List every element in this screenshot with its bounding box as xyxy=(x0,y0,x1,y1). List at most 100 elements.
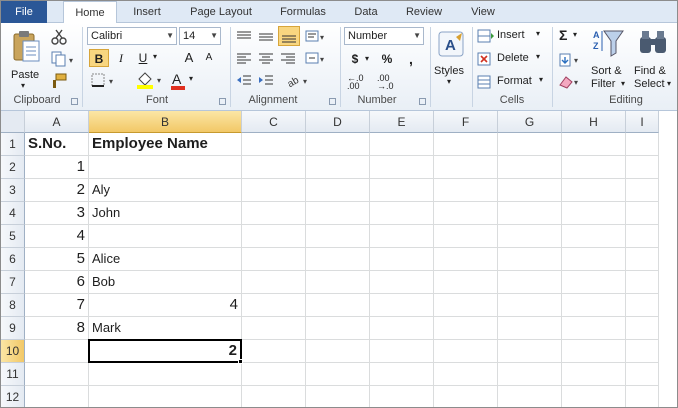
paste-button[interactable]: Paste ▾ xyxy=(5,27,47,90)
cell-h11[interactable] xyxy=(562,363,626,386)
align-right-icon[interactable] xyxy=(279,51,297,67)
cell-e3[interactable] xyxy=(370,179,434,202)
row-header-2[interactable]: 2 xyxy=(1,156,25,179)
cell-g9[interactable] xyxy=(498,317,562,340)
clipboard-dialog-launcher-icon[interactable] xyxy=(71,98,78,105)
tab-formulas[interactable]: Formulas xyxy=(271,1,335,23)
cell-h6[interactable] xyxy=(562,248,626,271)
cell-h1[interactable] xyxy=(562,133,626,156)
cell-e12[interactable] xyxy=(370,386,434,407)
cell-a6[interactable]: 5 xyxy=(25,248,89,271)
cell-b7[interactable]: Bob xyxy=(89,271,242,294)
cell-i6[interactable] xyxy=(626,248,659,271)
worksheet-grid[interactable]: A B C D E F G H I 1 S.No. Employee Name 2 1 3 2 Aly 4 3 Joh… xyxy=(1,111,677,407)
cell-i10[interactable] xyxy=(626,340,659,363)
cell-a2[interactable]: 1 xyxy=(25,156,89,179)
bold-button[interactable]: B xyxy=(89,49,109,67)
cell-f5[interactable] xyxy=(434,225,498,248)
number-dialog-launcher-icon[interactable] xyxy=(419,98,426,105)
cell-a11[interactable] xyxy=(25,363,89,386)
row-header-10[interactable]: 10 xyxy=(1,340,25,363)
cell-b4[interactable]: John xyxy=(89,202,242,225)
cell-i11[interactable] xyxy=(626,363,659,386)
cell-d10[interactable] xyxy=(306,340,370,363)
cell-g7[interactable] xyxy=(498,271,562,294)
cell-d7[interactable] xyxy=(306,271,370,294)
cell-a9[interactable]: 8 xyxy=(25,317,89,340)
cell-a7[interactable]: 6 xyxy=(25,271,89,294)
cell-i8[interactable] xyxy=(626,294,659,317)
cell-f3[interactable] xyxy=(434,179,498,202)
increase-indent-icon[interactable] xyxy=(257,73,275,89)
cell-e4[interactable] xyxy=(370,202,434,225)
clear-icon[interactable]: ▾ xyxy=(558,74,584,90)
row-header-6[interactable]: 6 xyxy=(1,248,25,271)
autosum-button[interactable]: Σ ▾ xyxy=(557,27,583,45)
column-header-b[interactable]: B xyxy=(89,111,242,133)
cell-d3[interactable] xyxy=(306,179,370,202)
row-header-1[interactable]: 1 xyxy=(1,133,25,156)
align-center-icon[interactable] xyxy=(257,51,275,67)
font-size-combo[interactable]: 14 ▼ xyxy=(179,27,221,45)
row-header-11[interactable]: 11 xyxy=(1,363,25,386)
tab-review[interactable]: Review xyxy=(397,1,451,23)
tab-data[interactable]: Data xyxy=(345,1,387,23)
cell-f11[interactable] xyxy=(434,363,498,386)
row-header-3[interactable]: 3 xyxy=(1,179,25,202)
cell-e9[interactable] xyxy=(370,317,434,340)
column-header-f[interactable]: F xyxy=(434,111,498,133)
cell-c4[interactable] xyxy=(242,202,306,225)
cell-c9[interactable] xyxy=(242,317,306,340)
font-color-button[interactable]: A ▾ xyxy=(169,71,201,91)
cell-i1[interactable] xyxy=(626,133,659,156)
cell-e7[interactable] xyxy=(370,271,434,294)
cell-g3[interactable] xyxy=(498,179,562,202)
grow-font-button[interactable]: A xyxy=(179,49,199,67)
column-header-d[interactable]: D xyxy=(306,111,370,133)
chevron-down-icon[interactable]: ▾ xyxy=(153,52,157,61)
cell-f12[interactable] xyxy=(434,386,498,407)
cell-b12[interactable] xyxy=(89,386,242,407)
row-header-9[interactable]: 9 xyxy=(1,317,25,340)
cell-h7[interactable] xyxy=(562,271,626,294)
cell-g11[interactable] xyxy=(498,363,562,386)
cell-i4[interactable] xyxy=(626,202,659,225)
fill-handle[interactable] xyxy=(238,359,243,364)
cell-g6[interactable] xyxy=(498,248,562,271)
cell-d5[interactable] xyxy=(306,225,370,248)
format-cells-button[interactable]: Format ▾ xyxy=(477,73,547,91)
alignment-dialog-launcher-icon[interactable] xyxy=(329,98,336,105)
row-header-8[interactable]: 8 xyxy=(1,294,25,317)
cell-i3[interactable] xyxy=(626,179,659,202)
cell-a12[interactable] xyxy=(25,386,89,407)
cell-d12[interactable] xyxy=(306,386,370,407)
row-header-12[interactable]: 12 xyxy=(1,386,25,407)
cell-f6[interactable] xyxy=(434,248,498,271)
cell-d11[interactable] xyxy=(306,363,370,386)
format-painter-icon[interactable] xyxy=(51,73,67,89)
cell-b3[interactable]: Aly xyxy=(89,179,242,202)
sort-filter-button[interactable]: A Z Sort & Filter ▾ xyxy=(589,27,629,91)
cell-h3[interactable] xyxy=(562,179,626,202)
cell-d9[interactable] xyxy=(306,317,370,340)
cell-c8[interactable] xyxy=(242,294,306,317)
copy-icon[interactable]: ▾ xyxy=(51,51,77,67)
cell-i12[interactable] xyxy=(626,386,659,407)
cell-g2[interactable] xyxy=(498,156,562,179)
find-select-button[interactable]: Find & Select ▾ xyxy=(631,27,675,91)
fill-icon[interactable]: ▾ xyxy=(558,52,584,68)
cell-d1[interactable] xyxy=(306,133,370,156)
cell-a4[interactable]: 3 xyxy=(25,202,89,225)
shrink-font-button[interactable]: A xyxy=(199,49,219,67)
column-header-h[interactable]: H xyxy=(562,111,626,133)
align-left-icon[interactable] xyxy=(235,51,253,67)
cell-d2[interactable] xyxy=(306,156,370,179)
orientation-icon[interactable]: ab ▾ xyxy=(285,73,311,89)
cell-h5[interactable] xyxy=(562,225,626,248)
cell-f2[interactable] xyxy=(434,156,498,179)
cell-b11[interactable] xyxy=(89,363,242,386)
cell-i2[interactable] xyxy=(626,156,659,179)
cell-g1[interactable] xyxy=(498,133,562,156)
cell-h10[interactable] xyxy=(562,340,626,363)
wrap-text-icon[interactable]: ▾ xyxy=(305,29,327,45)
